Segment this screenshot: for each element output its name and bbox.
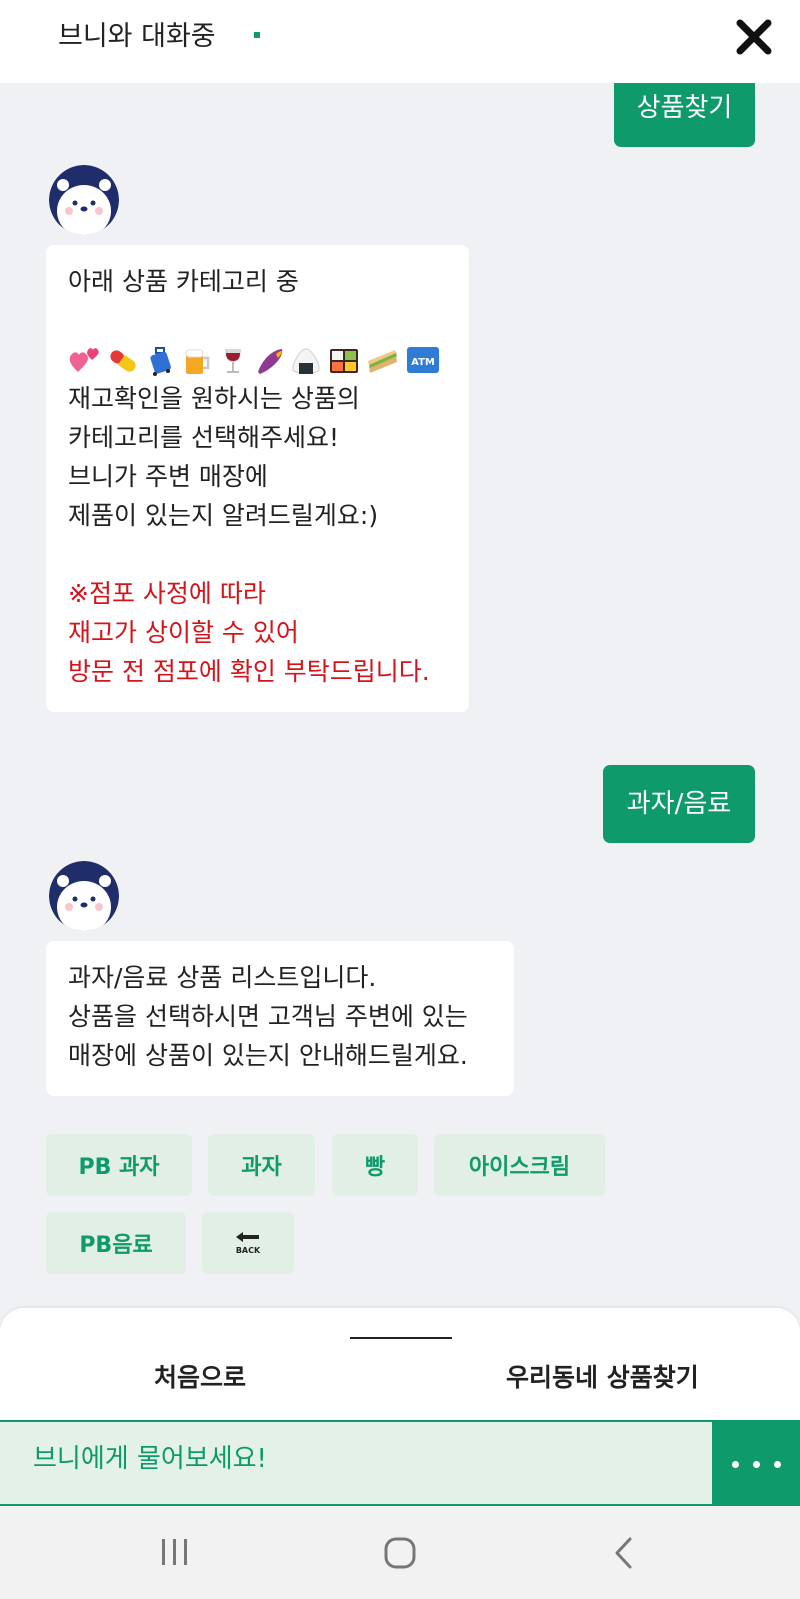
user-message: 과자/음료	[603, 765, 755, 843]
back-icon[interactable]	[611, 1536, 637, 1570]
category-emoji-row: ATM	[68, 340, 469, 379]
bot-text-line: 매장에 상품이 있는지 안내해드릴게요.	[68, 1041, 468, 1070]
dot	[732, 1461, 739, 1468]
stock-notice-line: ※점포 사정에 따라	[68, 579, 266, 608]
chat-header: 브니와 대화중	[0, 0, 800, 83]
system-navigation-bar	[0, 1506, 800, 1599]
message-input-placeholder[interactable]: 브니에게 물어보세요!	[33, 1438, 267, 1475]
quick-reply-snack[interactable]: 과자	[208, 1134, 315, 1196]
stock-notice-line: 방문 전 점포에 확인 부탁드립니다.	[68, 657, 430, 686]
message-input-bar[interactable]: 브니에게 물어보세요!	[0, 1420, 800, 1506]
close-icon[interactable]	[735, 18, 773, 56]
quick-reply-label: PB음료	[79, 1233, 153, 1258]
quick-reply-label: 아이스크림	[468, 1155, 571, 1180]
quick-reply-label: 과자	[241, 1155, 282, 1180]
bot-message: 아래 상품 카테고리 중 ATM 재고확인을 원하시는 상품의 카테고리를 선택…	[46, 245, 469, 712]
bot-avatar	[49, 861, 119, 931]
sweet-potato-icon	[258, 349, 283, 374]
bottom-menu-panel: 처음으로 우리동네 상품찾기	[0, 1308, 800, 1420]
luggage-icon	[150, 347, 171, 376]
quick-reply-label: PB 과자	[78, 1155, 160, 1180]
bot-text-line: 재고확인을 원하시는 상품의	[68, 384, 360, 413]
panel-drag-handle[interactable]	[350, 1337, 452, 1339]
bot-text-line: 상품을 선택하시면 고객님 주변에 있는	[68, 1002, 468, 1031]
more-options-button[interactable]	[712, 1420, 800, 1506]
beer-mug-icon	[185, 349, 210, 374]
bot-avatar	[49, 165, 119, 235]
dot	[774, 1461, 781, 1468]
pill-icon	[110, 350, 136, 372]
go-to-start-link[interactable]: 처음으로	[154, 1358, 246, 1394]
chat-title: 브니와 대화중	[58, 21, 216, 52]
home-icon[interactable]	[383, 1536, 417, 1570]
bot-text-line: 제품이 있는지 알려드릴게요:)	[68, 501, 379, 530]
atm-sign-label: ATM	[411, 357, 435, 368]
user-message-text: 상품찾기	[636, 93, 733, 123]
bento-box-icon	[330, 349, 358, 373]
two-hearts-icon	[69, 348, 99, 372]
bot-text-line: 카테고리를 선택해주세요!	[68, 423, 339, 452]
rice-ball-icon	[292, 348, 320, 374]
back-label: BACK	[236, 1246, 261, 1255]
user-message: 상품찾기	[614, 83, 755, 147]
quick-reply-pb-snack[interactable]: PB 과자	[46, 1134, 192, 1196]
atm-sign-icon: ATM	[407, 347, 439, 373]
quick-reply-label: 빵	[364, 1155, 386, 1180]
quick-reply-bread[interactable]: 빵	[332, 1134, 418, 1196]
bot-message: 과자/음료 상품 리스트입니다. 상품을 선택하시면 고객님 주변에 있는 매장…	[46, 941, 514, 1096]
user-message-text: 과자/음료	[626, 789, 732, 819]
sandwich-icon	[368, 350, 397, 373]
neighborhood-product-search-link[interactable]: 우리동네 상품찾기	[506, 1358, 699, 1394]
recent-apps-icon[interactable]	[159, 1536, 191, 1568]
stock-notice-line: 재고가 상이할 수 있어	[68, 618, 299, 647]
bot-text-line: 과자/음료 상품 리스트입니다.	[68, 963, 377, 992]
back-button[interactable]: BACK	[202, 1212, 294, 1274]
online-status-dot	[254, 32, 260, 38]
quick-reply-pb-drink[interactable]: PB음료	[46, 1212, 186, 1274]
bot-text-line: 아래 상품 카테고리 중	[68, 267, 299, 296]
quick-reply-ice-cream[interactable]: 아이스크림	[434, 1134, 605, 1196]
dot	[753, 1461, 760, 1468]
wine-glass-icon	[225, 349, 241, 373]
bot-text-line: 브니가 주변 매장에	[68, 462, 268, 491]
back-arrow-icon: BACK	[236, 1232, 261, 1255]
